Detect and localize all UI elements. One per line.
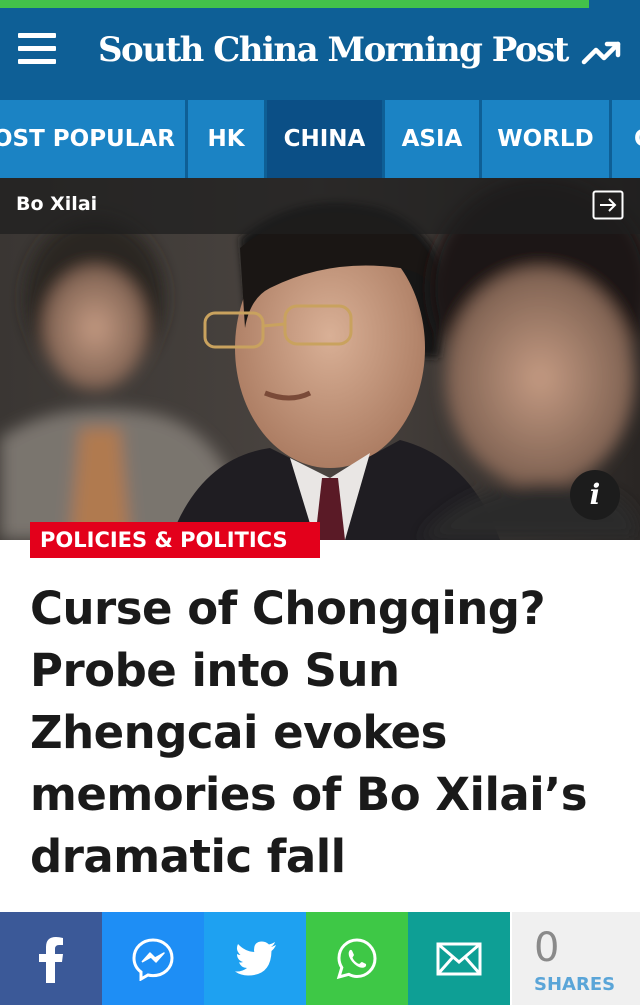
article-headline: Curse of Chongqing? Probe into Sun Zheng… bbox=[30, 582, 588, 883]
email-icon bbox=[436, 942, 482, 975]
share-count-number: 0 bbox=[534, 925, 560, 971]
reading-progress-fill bbox=[0, 0, 589, 8]
share-count: 0 SHARES bbox=[512, 912, 640, 1005]
tab-most-popular[interactable]: MOST POPULAR bbox=[0, 100, 188, 178]
topic-label[interactable]: Bo Xilai bbox=[16, 178, 97, 234]
messenger-share-button[interactable] bbox=[102, 912, 204, 1005]
reading-progress-bar bbox=[0, 0, 640, 8]
whatsapp-share-button[interactable] bbox=[306, 912, 408, 1005]
facebook-icon bbox=[39, 936, 63, 983]
tab-asia[interactable]: ASIA bbox=[385, 100, 482, 178]
messenger-icon bbox=[132, 937, 174, 981]
section-nav: MOST POPULAR HK CHINA ASIA WORLD C bbox=[0, 100, 640, 178]
whatsapp-icon bbox=[336, 937, 377, 979]
tab-china[interactable]: CHINA bbox=[267, 100, 385, 178]
info-icon[interactable]: i bbox=[570, 470, 620, 520]
twitter-icon bbox=[235, 941, 276, 975]
tab-world[interactable]: WORLD bbox=[482, 100, 612, 178]
tab-next[interactable]: C bbox=[612, 100, 640, 178]
topic-bar[interactable]: Bo Xilai bbox=[0, 178, 640, 234]
facebook-share-button[interactable] bbox=[0, 912, 102, 1005]
arrow-right-boxed-icon[interactable] bbox=[592, 190, 624, 220]
twitter-share-button[interactable] bbox=[204, 912, 306, 1005]
trending-icon[interactable] bbox=[578, 32, 626, 72]
email-share-button[interactable] bbox=[408, 912, 510, 1005]
tab-hk[interactable]: HK bbox=[188, 100, 267, 178]
site-logo[interactable]: South China Morning Post bbox=[98, 26, 569, 74]
app-header: South China Morning Post bbox=[0, 0, 640, 100]
hero-image[interactable]: Bo Xilai i bbox=[0, 178, 640, 540]
hamburger-menu-icon[interactable] bbox=[18, 33, 58, 65]
section-label[interactable]: POLICIES & POLITICS bbox=[30, 522, 320, 558]
share-bar: 0 SHARES bbox=[0, 912, 640, 1005]
share-count-label: SHARES bbox=[534, 974, 616, 995]
